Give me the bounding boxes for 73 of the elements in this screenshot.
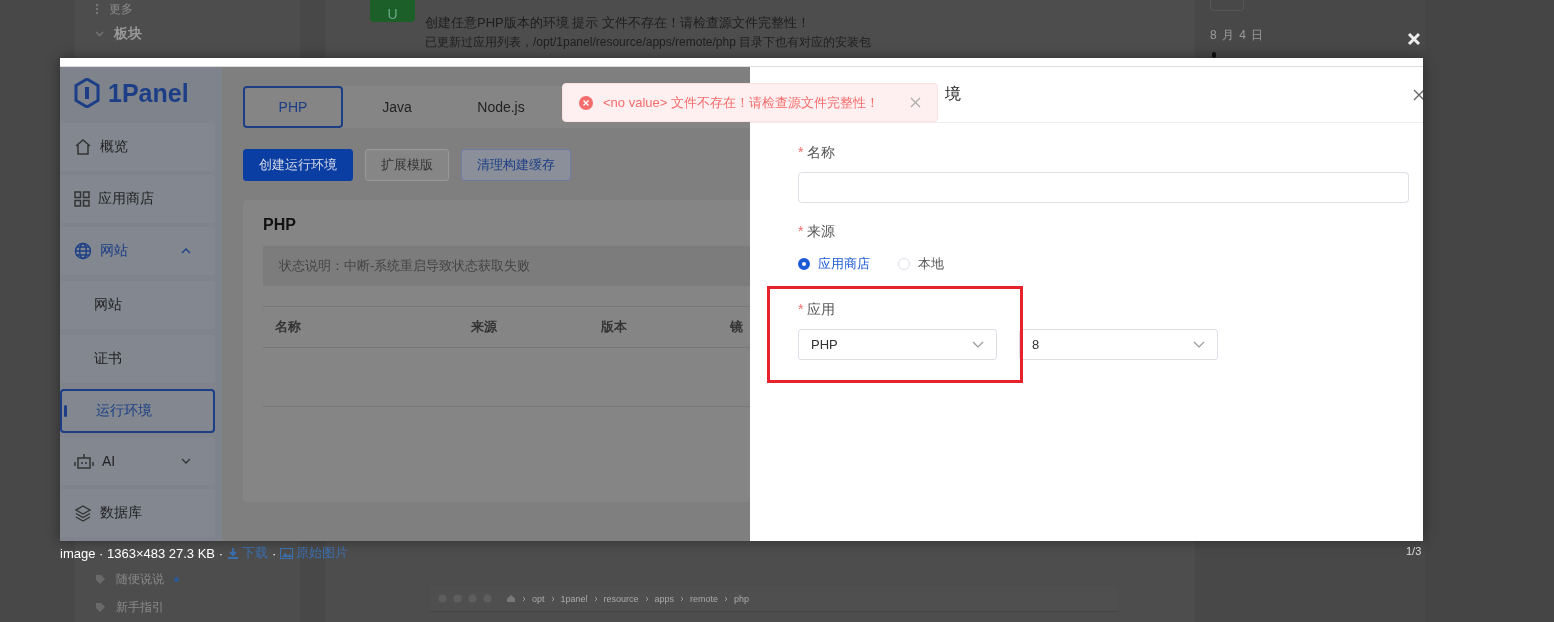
field-label: 来源: [807, 223, 836, 241]
chevron-right-icon: [644, 595, 649, 602]
nav-item[interactable]: AI: [60, 437, 215, 485]
column-header: 镜: [730, 318, 744, 336]
chevron-up-icon: [181, 248, 191, 254]
post-date: 8 月 4 日: [1210, 27, 1265, 44]
grid-icon: [74, 191, 90, 207]
download-icon: [227, 547, 239, 559]
breadcrumb-item[interactable]: resource: [603, 593, 639, 604]
nav-subitem[interactable]: 证书: [60, 335, 215, 383]
logo-text: 1Panel: [108, 78, 189, 108]
select-field[interactable]: PHP: [798, 329, 997, 360]
sidebar-link[interactable]: 更多: [109, 0, 133, 18]
radio-option[interactable]: 本地: [898, 255, 944, 273]
error-icon: [579, 95, 593, 110]
sidebar-link[interactable]: 板块: [114, 24, 142, 43]
tag-icon: [95, 602, 106, 614]
separator-text: ·: [272, 545, 277, 561]
required-asterisk: *: [798, 301, 804, 319]
required-asterisk: *: [798, 223, 804, 241]
nav-subitem[interactable]: 运行环境: [60, 389, 215, 433]
globe-icon: [74, 242, 92, 260]
tag-icon: [95, 574, 106, 586]
timeline-marker: [1212, 52, 1216, 58]
layers-icon: [74, 504, 92, 522]
chevron-right-icon: [522, 595, 526, 602]
breadcrumb-item[interactable]: 1panel: [560, 593, 588, 604]
chevron-right-icon: [593, 595, 598, 602]
chevron-down-icon: [181, 458, 191, 464]
nav-item[interactable]: 网站: [60, 227, 215, 275]
input-field[interactable]: [798, 172, 1409, 203]
nav-item[interactable]: 数据库: [60, 489, 215, 537]
image-counter: 1/3: [1406, 545, 1422, 557]
close-icon[interactable]: [1413, 88, 1423, 101]
card-title: PHP: [263, 216, 297, 234]
required-asterisk: *: [798, 144, 804, 162]
breadcrumb-item[interactable]: php: [734, 593, 750, 604]
chevron-right-icon: [724, 595, 729, 602]
action-button[interactable]: 清理构建缓存: [461, 149, 571, 181]
action-button[interactable]: 创建运行环境: [243, 149, 353, 181]
chevron-right-icon: [680, 595, 685, 602]
sidebar-link[interactable]: 随便说说: [116, 571, 164, 589]
nav-item[interactable]: 应用商店: [60, 175, 215, 223]
field-label: 名称: [807, 144, 836, 162]
chevron-down-icon: [95, 30, 104, 37]
tab[interactable]: PHP: [243, 86, 343, 128]
robot-icon: [74, 452, 94, 470]
nav-item[interactable]: 概览: [60, 123, 215, 171]
radio-option[interactable]: 应用商店: [798, 255, 870, 273]
field-label: 应用: [807, 301, 836, 319]
toast-message: <no value> 文件不存在！请检查源文件完整性！: [603, 93, 880, 112]
column-header: 来源: [471, 318, 498, 336]
picture-icon: [280, 547, 294, 559]
breadcrumb-item[interactable]: remote: [690, 593, 719, 604]
drawer-title: 境: [945, 84, 961, 104]
chevron-down-icon: [972, 341, 984, 348]
breadcrumb-item[interactable]: opt: [532, 593, 545, 604]
more-icon: [95, 3, 99, 16]
tab[interactable]: Java: [347, 86, 447, 128]
hexagon-logo-icon: [74, 78, 100, 108]
home-icon: [506, 594, 516, 603]
column-header: 名称: [275, 318, 302, 336]
chevron-right-icon: [550, 595, 555, 602]
select-field[interactable]: 8: [1019, 329, 1218, 360]
breadcrumb-item[interactable]: apps: [654, 593, 675, 604]
nav-subitem[interactable]: 网站: [60, 281, 215, 329]
avatar-letter: U: [387, 6, 398, 22]
chevron-down-icon: [1193, 341, 1205, 348]
image-caption: image · 1363×483 27.3 KB ·: [60, 545, 223, 561]
action-button[interactable]: 扩展模版: [365, 149, 449, 181]
tab[interactable]: Node.js: [451, 86, 551, 128]
home-icon: [74, 138, 92, 156]
column-header: 版本: [601, 318, 628, 336]
